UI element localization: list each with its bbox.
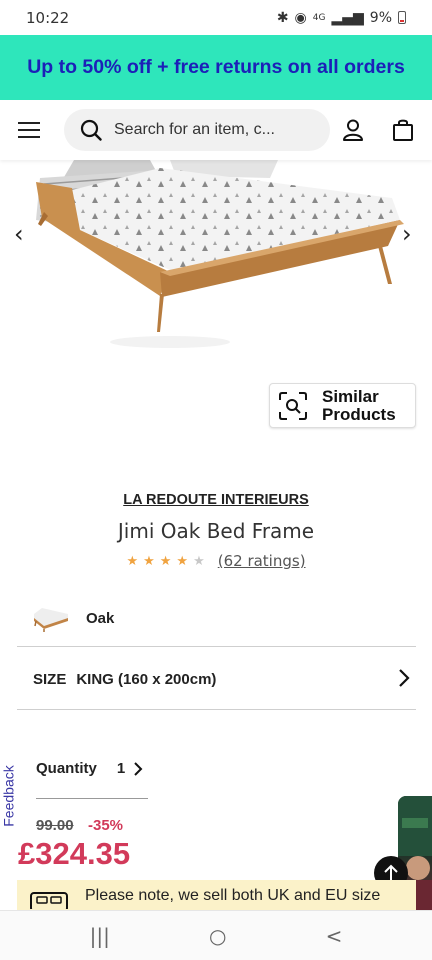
quantity-label: Quantity [36, 760, 97, 777]
ratings-link[interactable]: (62 ratings) [218, 552, 306, 570]
similar-products-label: Similar Products [322, 386, 396, 424]
star-icon: ★ [193, 553, 205, 569]
original-price: 99.00 [36, 817, 74, 834]
back-icon[interactable]: < [326, 924, 343, 948]
search-icon [80, 119, 102, 141]
site-header [0, 100, 432, 160]
brand-link[interactable]: LA REDOUTE INTERIEURS [0, 492, 432, 508]
battery-text: 9% [369, 9, 392, 26]
hotspot-icon: ◉ [294, 9, 307, 26]
quantity-underline [36, 798, 148, 799]
star-icon: ★ [143, 553, 155, 569]
menu-icon[interactable] [18, 122, 40, 138]
search-input[interactable] [114, 121, 284, 139]
size-selector[interactable]: SIZE KING (160 x 200cm) [17, 648, 416, 710]
size-notice: Please note, we sell both UK and EU size [17, 880, 416, 912]
star-icon: ★ [176, 553, 189, 569]
feedback-label: Feedback [0, 765, 17, 827]
network-type: 4G [312, 12, 326, 23]
quantity-selector[interactable]: Quantity 1 [36, 760, 143, 777]
feedback-tab[interactable]: Feedback [0, 760, 32, 838]
recents-icon[interactable]: ||| [90, 924, 110, 948]
status-bar: 10:22 ✱ ◉ 4G ▂▄▆ 9% [0, 0, 432, 35]
quantity-value: 1 [116, 760, 126, 777]
product-image [36, 160, 404, 348]
star-icon: ★ [159, 553, 172, 569]
divider [17, 646, 416, 647]
rating: ★ ★ ★ ★ ★ (62 ratings) [0, 552, 432, 570]
size-label: SIZE [33, 670, 67, 688]
gallery-next-icon[interactable]: › [402, 220, 412, 248]
account-icon[interactable] [341, 118, 365, 142]
divider [17, 709, 416, 710]
notice-text: Please note, we sell both UK and EU size [85, 887, 381, 904]
discount-badge: -35% [88, 817, 124, 834]
product-title: Jimi Oak Bed Frame [117, 519, 315, 543]
bluetooth-icon: ✱ [276, 9, 289, 26]
similar-products-button[interactable]: Similar Products [269, 383, 416, 428]
system-nav-bar: ||| ○ < [0, 910, 432, 960]
shopping-bag-icon[interactable] [392, 118, 414, 142]
battery-icon [398, 11, 406, 24]
home-icon[interactable]: ○ [209, 924, 226, 948]
colour-selector[interactable]: Oak [30, 604, 114, 632]
star-icon: ★ [126, 553, 139, 569]
colour-name: Oak [86, 609, 115, 627]
search-bar[interactable] [64, 109, 330, 151]
chevron-right-icon [399, 669, 410, 687]
bed-icon [30, 892, 68, 909]
promo-text: Up to 50% off + free returns on all orde… [27, 56, 405, 78]
promo-banner[interactable]: Up to 50% off + free returns on all orde… [0, 35, 432, 100]
status-time: 10:22 [26, 8, 70, 27]
size-value: KING (160 x 200cm) [76, 670, 217, 688]
gallery-prev-icon[interactable]: ‹ [14, 220, 24, 248]
colour-swatch-oak[interactable] [30, 604, 70, 632]
visual-search-icon [279, 391, 307, 420]
current-price: £324.35 [18, 836, 131, 871]
chevron-right-icon [134, 761, 143, 776]
status-icons: ✱ ◉ 4G ▂▄▆ 9% [277, 10, 406, 26]
signal-icon: ▂▄▆ [331, 9, 364, 26]
